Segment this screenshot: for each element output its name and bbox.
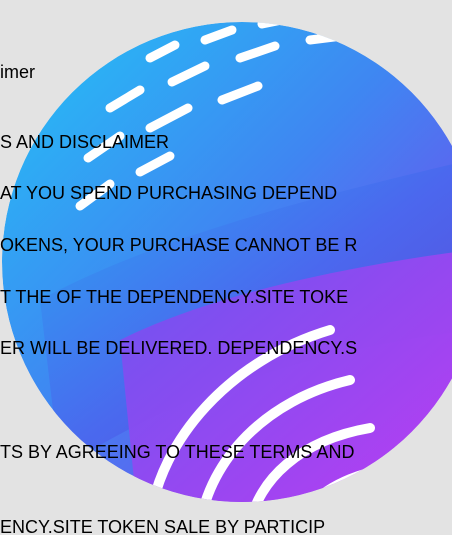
page: imer S AND DISCLAIMER AT YOU SPEND PURCH…: [0, 0, 452, 535]
text-line-5: T THE OF THE DEPENDENCY.SITE TOKE: [0, 287, 349, 307]
text-line-7: TS BY AGREEING TO THESE TERMS AND: [0, 442, 355, 462]
text-line-4: OKENS, YOUR PURCHASE CANNOT BE R: [0, 235, 358, 255]
text-line-3: AT YOU SPEND PURCHASING DEPEND: [0, 183, 338, 203]
text-line-2: S AND DISCLAIMER: [0, 132, 170, 152]
text-line-8: ENCY.SITE TOKEN SALE BY PARTICIP: [0, 517, 326, 535]
text-line-1: imer: [0, 62, 35, 82]
text-line-6: ER WILL BE DELIVERED. DEPENDENCY.S: [0, 338, 358, 358]
